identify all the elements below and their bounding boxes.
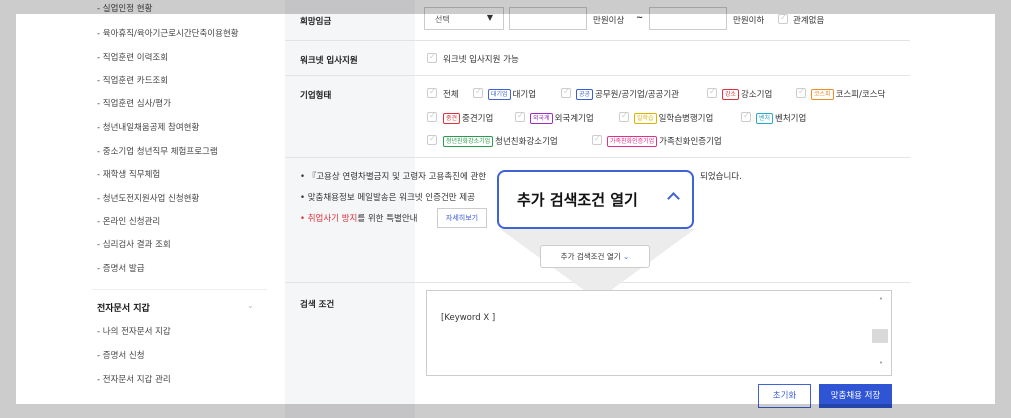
overlay-dim xyxy=(0,404,1011,418)
row-divider xyxy=(285,157,910,158)
company-badge: 청년친화강소기업 xyxy=(443,136,494,147)
company-option: 청년친화강소기업 청년친화강소기업 xyxy=(443,135,558,147)
company-badge: 강소 xyxy=(722,89,740,100)
sidebar-item[interactable]: - 나의 전자문서 지갑 xyxy=(97,325,171,337)
company-checkbox[interactable] xyxy=(473,87,483,98)
company-badge: 공공 xyxy=(576,89,594,100)
scroll-down-icon[interactable]: ˅ xyxy=(879,361,883,370)
overlay-dim xyxy=(995,14,1011,404)
sidebar-item[interactable]: - 청년내일채움공제 참여현황 xyxy=(97,121,199,133)
salary-max-unit: 만원이하 xyxy=(733,16,765,26)
company-checkbox[interactable] xyxy=(427,111,437,122)
salary-select-value: 선택 xyxy=(435,15,450,24)
company-checkbox[interactable] xyxy=(707,87,717,98)
company-option-label: 벤처기업 xyxy=(775,114,807,124)
more-conditions-button[interactable]: 추가 검색조건 열기 ⌄ xyxy=(540,245,650,268)
callout-label: 추가 검색조건 열기 xyxy=(517,191,638,209)
company-option-all: 전체 xyxy=(443,90,459,100)
company-checkbox[interactable] xyxy=(427,87,437,98)
sidebar-item[interactable]: - 심리검사 결과 조회 xyxy=(97,238,171,250)
sidebar-item[interactable]: - 육아휴직/육아기근로시간단축이용현황 xyxy=(97,27,239,39)
sidebar-item[interactable]: - 재학생 직무체험 xyxy=(97,168,160,180)
search-condition-label: 검색 조건 xyxy=(300,300,335,310)
company-option-label: 공무원/공기업/공공기관 xyxy=(595,90,679,100)
sidebar-item[interactable]: - 직업훈련 이력조회 xyxy=(97,51,168,63)
notice-fraud: • 취업사기 방지를 위한 특별안내 xyxy=(300,212,418,224)
search-condition-value: [Keyword X ] xyxy=(441,313,496,323)
detail-button[interactable]: 자세히보기 xyxy=(437,208,487,228)
salary-any-checkbox[interactable] xyxy=(778,13,788,24)
notice-age-law-end: 되었습니다. xyxy=(700,172,742,182)
worknet-label: 워크넷 입사지원 xyxy=(300,56,358,66)
salary-label: 희망임금 xyxy=(300,17,332,27)
worknet-checkbox[interactable] xyxy=(427,52,437,63)
company-checkbox[interactable] xyxy=(619,111,629,122)
notice-fraud-highlight: • 취업사기 방지 xyxy=(300,214,358,224)
company-option: 코스피 코스피/코스닥 xyxy=(811,88,885,100)
sidebar-item[interactable]: - 청년도전지원사업 신청현황 xyxy=(97,192,199,204)
row-divider xyxy=(285,40,910,41)
company-badge: 대기업 xyxy=(488,89,511,100)
company-checkbox[interactable] xyxy=(592,134,602,145)
sidebar-item[interactable]: - 직업훈련 심사/평가 xyxy=(97,97,171,109)
sidebar-item[interactable]: - 증명서 발급 xyxy=(97,262,145,274)
company-option-label: 코스피/코스닥 xyxy=(835,90,886,100)
scroll-up-icon[interactable]: ˄ xyxy=(879,297,883,306)
company-type-label: 기업형태 xyxy=(300,91,332,101)
scrollbar-thumb[interactable] xyxy=(872,329,888,343)
sidebar-divider xyxy=(92,289,267,290)
company-option: 공공 공무원/공기업/공공기관 xyxy=(576,88,679,100)
company-option: 가족친화인증기업 가족친화인증기업 xyxy=(607,135,722,147)
salary-any-label: 관계없음 xyxy=(793,16,825,26)
company-option-label: 가족친화인증기업 xyxy=(659,137,722,147)
row-divider xyxy=(285,75,910,76)
worknet-option-label: 워크넷 입사지원 가능 xyxy=(443,55,519,65)
company-option: 중견 중견기업 xyxy=(443,112,493,124)
company-option: 외국계 외국계기업 xyxy=(530,112,594,124)
sidebar-group-title[interactable]: 전자문서 지갑 xyxy=(97,301,150,314)
company-checkbox[interactable] xyxy=(796,87,806,98)
company-badge: 중견 xyxy=(443,113,461,124)
company-option: 벤처 벤처기업 xyxy=(756,112,806,124)
sidebar-item[interactable]: - 전자문서 지갑 관리 xyxy=(97,373,171,385)
company-option-label: 강소기업 xyxy=(741,90,773,100)
sidebar-item[interactable]: - 직업훈련 카드조회 xyxy=(97,74,168,86)
search-condition-textarea[interactable]: [Keyword X ] ˄ ˅ xyxy=(426,290,892,376)
salary-tilde: ~ xyxy=(636,13,644,23)
sidebar: - 실업인정 현황 - 육아휴직/육아기근로시간단축이용현황 - 직업훈련 이력… xyxy=(0,0,285,418)
company-badge: 외국계 xyxy=(530,113,553,124)
company-option-label: 외국계기업 xyxy=(554,114,594,124)
company-option: 강소 강소기업 xyxy=(722,88,772,100)
company-option-label: 청년친화강소기업 xyxy=(495,137,558,147)
company-option-label: 대기업 xyxy=(512,90,537,100)
zoom-callout[interactable]: 추가 검색조건 열기 xyxy=(497,170,694,229)
sidebar-item[interactable]: - 온라인 신청관리 xyxy=(97,215,160,227)
chevron-down-icon: ⌄ xyxy=(623,252,630,261)
overlay-dim xyxy=(0,14,16,404)
chevron-down-icon[interactable]: ⌄ xyxy=(247,301,254,310)
sidebar-item[interactable]: - 증명서 신청 xyxy=(97,349,145,361)
company-checkbox[interactable] xyxy=(515,111,525,122)
company-option: 일학습 일학습병행기업 xyxy=(634,112,713,124)
company-checkbox[interactable] xyxy=(427,134,437,145)
caret-down-icon: ▼ xyxy=(486,13,493,22)
notice-age-law: • 『고용상 연령차별금지 및 고령자 고용촉진에 관한 xyxy=(300,172,487,182)
notice-fraud-rest: 를 위한 특별안내 xyxy=(357,214,418,224)
company-option: 대기업 대기업 xyxy=(488,88,536,100)
chevron-up-icon xyxy=(667,192,680,205)
company-badge: 코스피 xyxy=(811,89,834,100)
company-checkbox[interactable] xyxy=(741,111,751,122)
company-badge: 벤처 xyxy=(756,113,774,124)
company-option-label: 중견기업 xyxy=(462,114,494,124)
company-checkbox[interactable] xyxy=(561,87,571,98)
overlay-dim xyxy=(0,0,1011,14)
company-badge: 가족친화인증기업 xyxy=(607,136,658,147)
company-option-label: 일학습병행기업 xyxy=(658,114,714,124)
salary-min-unit: 만원이상 xyxy=(593,16,625,26)
company-badge: 일학습 xyxy=(634,113,657,124)
sidebar-item[interactable]: - 중소기업 청년직무 체험프로그램 xyxy=(97,145,218,157)
more-conditions-label: 추가 검색조건 열기 xyxy=(560,252,621,261)
notice-mail: • 맞춤채용정보 메일발송은 워크넷 인증건만 제공 xyxy=(300,193,475,203)
